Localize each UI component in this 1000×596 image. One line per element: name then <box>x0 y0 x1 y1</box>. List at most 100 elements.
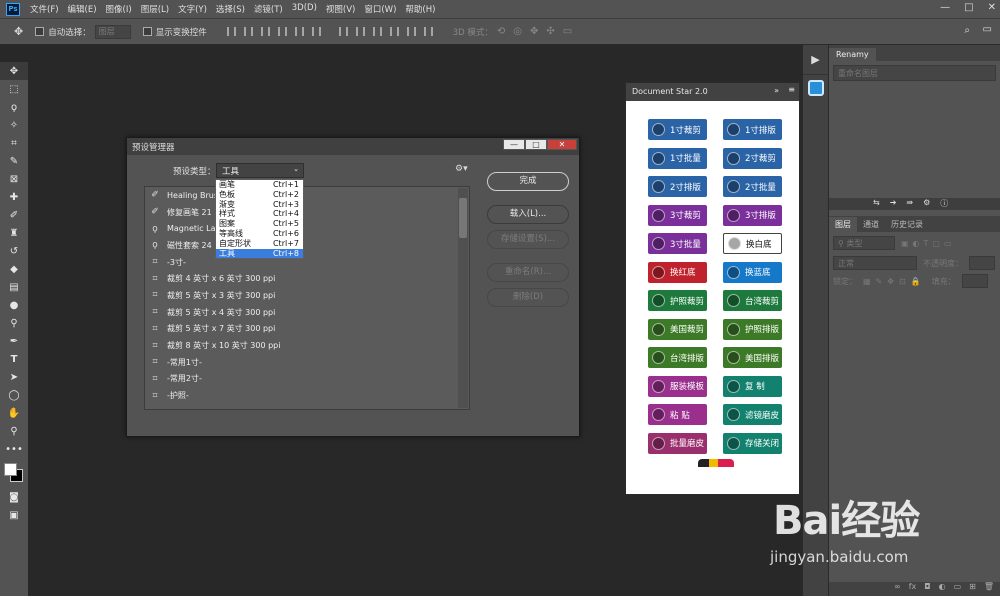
more-tools-icon[interactable]: ••• <box>0 440 28 458</box>
stamp-tool-icon[interactable]: ♜ <box>0 224 28 242</box>
dropdown-option[interactable]: 色板 Ctrl+2 <box>216 190 303 200</box>
dropdown-option[interactable]: 自定形状 Ctrl+7 <box>216 239 303 249</box>
brush-tool-icon[interactable]: ✐ <box>0 206 28 224</box>
list-item[interactable]: ⌗ 裁剪 5 英寸 x 4 英寸 300 ppi <box>145 304 469 321</box>
trash-icon[interactable]: 🗑 <box>984 582 994 596</box>
marquee-tool-icon[interactable]: ⬚ <box>0 80 28 98</box>
menu-item[interactable]: 图层(L) <box>141 3 169 15</box>
eyedropper-tool-icon[interactable]: ✎ <box>0 152 28 170</box>
docstar-button[interactable]: 美国排版 <box>723 347 782 368</box>
dropdown-option[interactable]: 等高线 Ctrl+6 <box>216 229 303 239</box>
magic-wand-tool-icon[interactable]: ✧ <box>0 116 28 134</box>
dodge-tool-icon[interactable]: ⚲ <box>0 314 28 332</box>
align-bottom-icon[interactable] <box>260 27 270 36</box>
list-item[interactable]: ϙ Magnetic Lass <box>145 220 469 237</box>
docstar-button[interactable]: 滤镜磨皮 <box>723 404 782 425</box>
delete-button[interactable]: 删除(D) <box>487 288 569 307</box>
arrow-right-icon[interactable]: ➔ <box>890 198 897 210</box>
distribute-right-icon[interactable] <box>423 27 433 36</box>
preset-gear-icon[interactable]: ⚙▾ <box>455 164 468 174</box>
docstar-button[interactable]: 服装模板 <box>648 375 707 397</box>
blur-tool-icon[interactable]: ● <box>0 296 28 314</box>
move-tool-icon[interactable]: ✥ <box>14 25 23 38</box>
list-item[interactable]: ⌗ 裁剪 5 英寸 x 7 英寸 300 ppi <box>145 321 469 338</box>
arrow-right-double-icon[interactable]: ⇛ <box>906 198 913 210</box>
move-tool-icon[interactable]: ✥ <box>0 62 28 80</box>
menu-item[interactable]: 窗口(W) <box>364 3 396 15</box>
docstar-button[interactable]: 换白底 <box>723 233 782 254</box>
dropdown-option[interactable]: 样式 Ctrl+4 <box>216 209 303 219</box>
list-item[interactable]: ϙ 磁性套索 24 <box>145 237 469 254</box>
docstar-button[interactable]: 美国裁剪 <box>648 318 707 340</box>
dropdown-option[interactable]: 工具 Ctrl+8 <box>216 248 303 259</box>
menu-item[interactable]: 编辑(E) <box>68 3 97 15</box>
healing-brush-tool-icon[interactable]: ✚ <box>0 188 28 206</box>
gradient-tool-icon[interactable]: ▤ <box>0 278 28 296</box>
tab-channels[interactable]: 通道 <box>857 217 885 232</box>
align-hcenter-icon[interactable] <box>294 27 304 36</box>
menu-item[interactable]: 文字(Y) <box>178 3 207 15</box>
play-icon[interactable]: ▶ <box>803 45 828 75</box>
blend-mode-select[interactable]: 正常 <box>833 256 917 270</box>
menu-item[interactable]: 图像(I) <box>106 3 132 15</box>
distribute-bottom-icon[interactable] <box>372 27 382 36</box>
dialog-minimize-icon[interactable]: — <box>503 139 525 150</box>
align-right-icon[interactable] <box>311 27 321 36</box>
docstar-button[interactable]: 台湾裁剪 <box>723 290 782 311</box>
document-star-icon[interactable] <box>807 80 824 96</box>
docstar-button[interactable]: 复 制 <box>723 375 782 397</box>
docstar-button[interactable]: 2寸排版 <box>648 176 707 197</box>
dialog-close-icon[interactable]: ✕ <box>547 139 577 150</box>
list-item[interactable]: ⌗ -常用2寸- <box>145 371 469 388</box>
list-item[interactable]: ✐ 修复画笔 21 <box>145 204 469 221</box>
folder-icon[interactable]: ▭ <box>954 582 962 596</box>
screen-mode-icon[interactable]: ▣ <box>0 506 28 524</box>
new-layer-icon[interactable]: ⊞ <box>969 582 976 596</box>
done-button[interactable]: 完成 <box>487 172 569 191</box>
frame-tool-icon[interactable]: ⊠ <box>0 170 28 188</box>
rename-button[interactable]: 重命名(R)... <box>487 263 569 282</box>
rename-layer-input[interactable]: 重命名图层 <box>833 65 996 81</box>
docstar-button[interactable]: 1寸裁剪 <box>648 119 707 140</box>
distribute-hcenter-icon[interactable] <box>406 27 416 36</box>
lasso-tool-icon[interactable]: ϙ <box>0 98 28 116</box>
align-top-icon[interactable] <box>226 27 236 36</box>
shape-tool-icon[interactable]: ◯ <box>0 386 28 404</box>
crop-tool-icon[interactable]: ⌗ <box>0 134 28 152</box>
list-item[interactable]: ⌗ 裁剪 5 英寸 x 3 英寸 300 ppi <box>145 287 469 304</box>
fill-input[interactable] <box>961 274 988 288</box>
collapse-icon[interactable]: » <box>774 86 779 95</box>
docstar-button[interactable]: 护照裁剪 <box>648 290 707 311</box>
gear-icon[interactable]: ⚙ <box>923 198 930 210</box>
auto-select-dropdown[interactable]: 图层 <box>94 24 131 39</box>
fx-icon[interactable]: fx <box>909 582 917 596</box>
layer-kind-filter[interactable]: ⚲ 类型 <box>833 236 895 250</box>
info-icon[interactable]: ⓘ <box>940 198 948 210</box>
list-item[interactable]: ⌗ 裁剪 4 英寸 x 6 英寸 300 ppi <box>145 270 469 287</box>
panel-menu-icon[interactable]: ≡ <box>788 85 795 94</box>
preset-type-select[interactable]: 工具 ⌄ <box>216 163 304 178</box>
docstar-button[interactable]: 1寸批量 <box>648 147 707 169</box>
distribute-left-icon[interactable] <box>389 27 399 36</box>
distribute-vcenter-icon[interactable] <box>355 27 365 36</box>
list-item[interactable]: ⌗ 裁剪 8 英寸 x 10 英寸 300 ppi <box>145 337 469 354</box>
docstar-button[interactable]: 批量磨皮 <box>648 432 707 454</box>
mask-icon[interactable]: ◘ <box>924 582 930 596</box>
path-selection-tool-icon[interactable]: ➤ <box>0 368 28 386</box>
docstar-button[interactable]: 换红底 <box>648 261 707 283</box>
link-icon[interactable]: ∞ <box>894 582 901 596</box>
save-settings-button[interactable]: 存储设置(S)... <box>487 230 569 249</box>
renamy-tab[interactable]: Renamy <box>829 48 876 61</box>
docstar-button[interactable]: 3寸裁剪 <box>648 204 707 226</box>
docstar-button[interactable]: 粘 贴 <box>648 404 707 425</box>
distribute-top-icon[interactable] <box>338 27 348 36</box>
workspace-icon[interactable]: ▭ <box>983 24 992 35</box>
adjustment-icon[interactable]: ◐ <box>939 582 946 596</box>
docstar-button[interactable]: 2寸裁剪 <box>723 147 782 169</box>
load-button[interactable]: 载入(L)... <box>487 205 569 224</box>
menu-item[interactable]: 帮助(H) <box>405 3 435 15</box>
docstar-button[interactable]: 换蓝底 <box>723 261 782 283</box>
zoom-tool-icon[interactable]: ⚲ <box>0 422 28 440</box>
list-item[interactable]: ⌗ -护照- <box>145 387 469 404</box>
quick-mask-icon[interactable]: ◙ <box>0 488 28 506</box>
